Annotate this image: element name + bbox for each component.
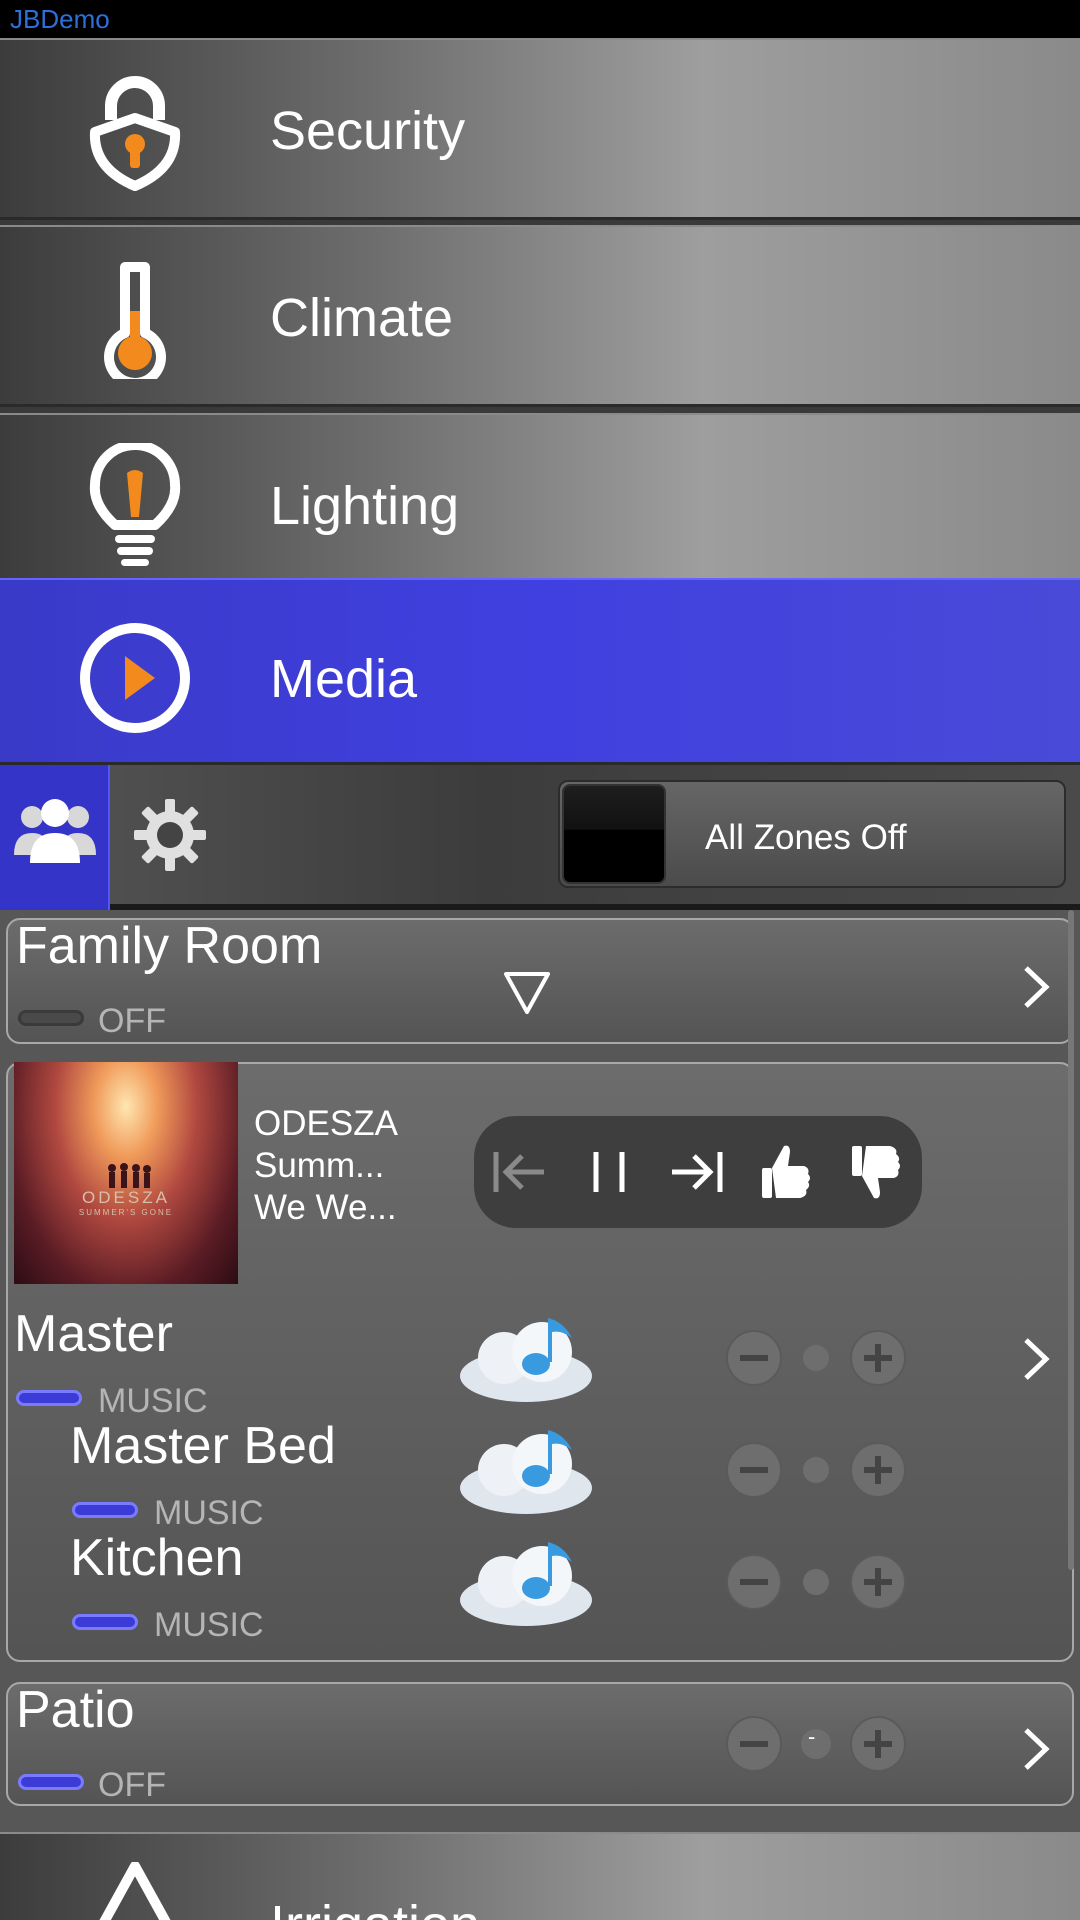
zone-list: Family Room OFF ODESZA SUMMER'S GONE ODE…: [0, 910, 1080, 1920]
volume-control-master: [726, 1330, 906, 1386]
music-cloud-icon[interactable]: [454, 1532, 604, 1632]
nav-label-media: Media: [270, 649, 418, 709]
expand-triangle-icon[interactable]: [502, 970, 552, 1016]
users-icon: [14, 799, 96, 863]
zone-status-indicator: [18, 1774, 84, 1790]
thermometer-icon: [104, 262, 166, 379]
now-playing-track: We We...: [254, 1188, 397, 1227]
album-art: ODESZA SUMMER'S GONE: [14, 1062, 238, 1284]
nav-item-irrigation[interactable]: Irrigation: [0, 1832, 1080, 1920]
now-playing-artist: ODESZA: [254, 1104, 398, 1143]
volume-control-kitchen: [726, 1554, 906, 1610]
all-zones-off-button[interactable]: All Zones Off: [558, 780, 1066, 888]
album-figures: [108, 1163, 151, 1188]
zone-group-button[interactable]: [0, 765, 110, 910]
nav-label-security: Security: [270, 101, 466, 161]
transport-controls: [474, 1116, 922, 1228]
zone-name-master-bed[interactable]: Master Bed: [70, 1416, 336, 1476]
volume-level-patio: -: [808, 1724, 816, 1749]
all-zones-label: All Zones Off: [705, 818, 907, 857]
previous-track-icon[interactable]: [484, 1138, 558, 1206]
gear-icon: [134, 799, 206, 871]
nav-item-lighting[interactable]: Lighting: [0, 413, 1080, 595]
zone-status-indicator: [72, 1614, 138, 1630]
nav-label-lighting: Lighting: [270, 476, 460, 536]
next-track-icon[interactable]: [658, 1138, 732, 1206]
now-playing-album: Summ...: [254, 1146, 385, 1185]
zone-name-patio: Patio: [16, 1681, 135, 1739]
nav-label-climate: Climate: [270, 288, 454, 348]
zone-status-patio: OFF: [98, 1766, 166, 1804]
zone-card-family-room[interactable]: Family Room OFF: [6, 917, 1074, 1044]
volume-control-patio: [726, 1716, 906, 1772]
music-cloud-icon[interactable]: [454, 1308, 604, 1408]
chevron-right-icon[interactable]: [1018, 1336, 1052, 1382]
app-title: JBDemo: [10, 4, 110, 34]
music-cloud-icon[interactable]: [454, 1420, 604, 1520]
lock-icon: [89, 76, 181, 191]
nav-item-climate[interactable]: Climate: [0, 225, 1080, 407]
thumbs-up-icon[interactable]: [750, 1138, 824, 1206]
zone-status-indicator: [16, 1390, 82, 1406]
lightbulb-icon: [89, 443, 181, 566]
zone-status-indicator: [18, 1010, 84, 1026]
settings-button[interactable]: [130, 795, 210, 875]
nav-item-media[interactable]: Media: [0, 578, 1080, 765]
zone-name-kitchen[interactable]: Kitchen: [70, 1528, 243, 1588]
album-art-text: ODESZA: [82, 1188, 170, 1207]
zone-group-card: ODESZA SUMMER'S GONE ODESZA Summ... We W…: [6, 1062, 1074, 1662]
zone-status-family-room: OFF: [98, 1002, 166, 1040]
zone-status-indicator: [72, 1502, 138, 1518]
scrollbar[interactable]: [1068, 910, 1074, 1570]
nav-item-security[interactable]: Security: [0, 38, 1080, 220]
thumbs-down-icon[interactable]: [840, 1138, 914, 1206]
nav-label-irrigation: Irrigation: [270, 1894, 480, 1920]
zone-card-patio[interactable]: Patio OFF -: [6, 1681, 1074, 1806]
chevron-right-icon[interactable]: [1018, 1726, 1052, 1772]
play-icon: [80, 623, 190, 733]
zone-name-master[interactable]: Master: [14, 1304, 173, 1364]
all-zones-switch[interactable]: [562, 784, 666, 884]
zone-name-family-room: Family Room: [16, 917, 323, 975]
water-drop-icon: [99, 1862, 171, 1920]
pause-icon[interactable]: [572, 1138, 646, 1206]
media-toolbar: All Zones Off: [0, 765, 1080, 910]
volume-control-master-bed: [726, 1442, 906, 1498]
chevron-right-icon[interactable]: [1018, 964, 1052, 1010]
title-bar: JBDemo: [0, 0, 1080, 38]
zone-status-kitchen: MUSIC: [154, 1606, 264, 1644]
album-art-subtext: SUMMER'S GONE: [78, 1208, 174, 1217]
